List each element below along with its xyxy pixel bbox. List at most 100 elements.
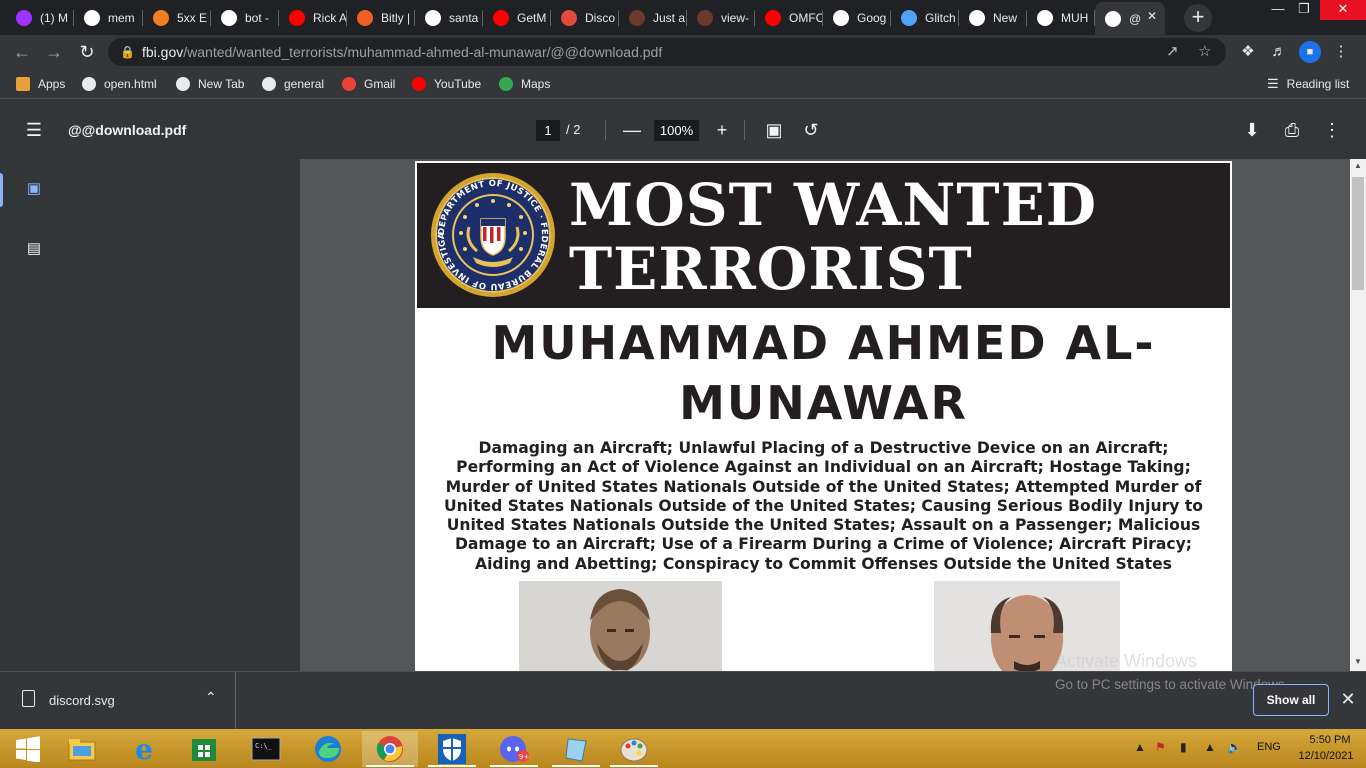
tab-title: Bitly | xyxy=(381,10,411,25)
tab-12[interactable]: Goog xyxy=(823,4,891,31)
close-shelf-icon[interactable]: ✕ xyxy=(1338,688,1358,710)
store-button[interactable] xyxy=(176,731,232,767)
bookmark-maps[interactable]: Maps xyxy=(499,75,550,93)
thumbnails-icon[interactable]: ▣ xyxy=(22,177,46,201)
bookmark-new-tab[interactable]: New Tab xyxy=(176,75,244,93)
defender-button[interactable] xyxy=(424,731,480,767)
bookmark-label: Apps xyxy=(38,77,66,91)
new-tab-button[interactable]: + xyxy=(1184,4,1212,32)
zoom-input[interactable]: 100% xyxy=(654,120,699,141)
tab-13[interactable]: Glitch xyxy=(891,4,959,31)
tab-11[interactable]: OMFC xyxy=(755,4,823,31)
edge-button[interactable] xyxy=(300,731,356,767)
clock-date[interactable]: 12/10/2021 xyxy=(1292,750,1360,762)
tab-0[interactable]: (1) M xyxy=(6,4,74,31)
tab-7[interactable]: GetM xyxy=(483,4,551,31)
google-icon xyxy=(425,9,441,26)
pdf-viewport[interactable]: DEPARTMENT OF JUSTICE · FEDERAL BUREAU O… xyxy=(300,159,1350,671)
apps-grid-icon xyxy=(16,77,30,91)
document-outline-icon[interactable]: ▤ xyxy=(22,237,46,261)
scroll-up-arrow-icon[interactable]: ▲ xyxy=(1350,159,1366,173)
cmd-icon: C:\_ xyxy=(251,737,281,761)
extensions-puzzle-icon[interactable]: ❖ xyxy=(1236,40,1260,64)
notepad-button[interactable] xyxy=(548,731,604,767)
zoom-out-icon[interactable]: — xyxy=(620,118,644,142)
rotate-icon[interactable]: ↺ xyxy=(799,118,823,142)
globe-icon xyxy=(1037,9,1053,26)
battery-icon[interactable]: ▮ xyxy=(1180,740,1187,754)
chevron-up-icon[interactable]: ⌃ xyxy=(205,689,217,706)
poster-title-line1: MOST WANTED xyxy=(569,171,1098,239)
file-explorer-icon xyxy=(68,739,96,761)
chrome-menu-icon[interactable]: ⋮ xyxy=(1329,40,1353,64)
input-language[interactable]: ENG xyxy=(1257,741,1281,753)
discord-button[interactable]: 9+ xyxy=(486,731,542,767)
paint-button[interactable] xyxy=(606,731,662,767)
tab-5[interactable]: Bitly | xyxy=(347,4,415,31)
reload-icon[interactable]: ↻ xyxy=(75,40,99,64)
maximize-button[interactable]: ❐ xyxy=(1288,0,1320,20)
tab-6[interactable]: santa xyxy=(415,4,483,31)
bookmark-label: Gmail xyxy=(364,77,396,91)
profile-avatar[interactable]: ■ xyxy=(1299,41,1321,63)
chrome-icon xyxy=(376,736,403,762)
download-item[interactable]: discord.svg ⌃ xyxy=(0,672,236,729)
bookmark-open-html[interactable]: open.html xyxy=(82,75,157,93)
file-icon xyxy=(22,690,35,707)
divider xyxy=(605,120,606,140)
bookmark-general[interactable]: general xyxy=(262,75,324,93)
clock-time[interactable]: 5:50 PM xyxy=(1300,734,1360,746)
chrome-taskbar-button[interactable] xyxy=(362,731,418,767)
internet-explorer-button[interactable]: e xyxy=(116,731,172,767)
reading-list-icon: ☰ xyxy=(1267,76,1279,91)
media-control-icon[interactable]: ♬ xyxy=(1267,40,1291,64)
tab-10[interactable]: view- xyxy=(687,4,755,31)
bookmark-youtube[interactable]: YouTube xyxy=(412,75,481,93)
youtube-icon xyxy=(412,77,426,91)
close-window-button[interactable]: ✕ xyxy=(1320,0,1366,20)
zoom-in-icon[interactable]: + xyxy=(710,118,734,142)
tab-16[interactable]: @ ✕ xyxy=(1095,2,1165,35)
back-arrow-icon[interactable]: ← xyxy=(10,40,34,64)
fit-to-page-icon[interactable]: ▣ xyxy=(762,118,786,142)
messenger-icon xyxy=(16,9,32,26)
start-button[interactable] xyxy=(0,731,56,767)
command-prompt-button[interactable]: C:\_ xyxy=(238,731,294,767)
bookmark-gmail[interactable]: Gmail xyxy=(342,75,395,93)
tab-14[interactable]: New xyxy=(959,4,1027,31)
tab-4[interactable]: Rick A xyxy=(279,4,347,31)
tray-flag-icon[interactable]: ⚑ xyxy=(1155,740,1166,754)
tab-8[interactable]: Disco xyxy=(551,4,619,31)
reading-list-button[interactable]: ☰ Reading list xyxy=(1267,75,1349,93)
share-icon[interactable]: ↗ xyxy=(1166,38,1179,66)
page-number-input[interactable]: 1 xyxy=(536,120,560,141)
show-all-downloads-button[interactable]: Show all xyxy=(1253,684,1329,716)
tab-title: Disco xyxy=(585,10,616,25)
print-icon[interactable]: ⎙ xyxy=(1280,118,1304,142)
avatar-icon xyxy=(697,9,713,26)
tab-9[interactable]: Just a xyxy=(619,4,687,31)
tab-15[interactable]: MUH xyxy=(1027,4,1095,31)
download-icon[interactable]: ⬇ xyxy=(1240,118,1264,142)
tab-3[interactable]: bot - xyxy=(211,4,279,31)
bookmark-star-icon[interactable]: ☆ xyxy=(1198,38,1211,66)
hamburger-menu-icon[interactable]: ☰ xyxy=(22,118,46,142)
network-signal-icon[interactable]: ▲ xyxy=(1204,740,1216,754)
address-bar[interactable]: 🔒 fbi.gov/wanted/wanted_terrorists/muham… xyxy=(108,38,1226,66)
tab-title: @ xyxy=(1129,11,1142,26)
tab-1[interactable]: mem xyxy=(74,4,143,31)
globe-icon xyxy=(1105,10,1121,27)
pdf-scrollbar[interactable]: ▲ ▼ xyxy=(1350,159,1366,671)
volume-icon[interactable]: 🔈 xyxy=(1227,740,1242,754)
forward-arrow-icon[interactable]: → xyxy=(42,40,66,64)
scrollbar-thumb[interactable] xyxy=(1352,177,1364,290)
file-explorer-button[interactable] xyxy=(54,731,110,767)
tab-title: New xyxy=(993,10,1018,25)
tab-2[interactable]: 5xx E xyxy=(143,4,211,31)
more-options-icon[interactable]: ⋮ xyxy=(1320,118,1344,142)
charge-line: Damaging an Aircraft; Unlawful Placing o… xyxy=(478,439,1169,457)
tray-overflow-chevron-icon[interactable]: ▲ xyxy=(1134,740,1146,754)
bookmark-apps[interactable]: Apps xyxy=(16,75,65,93)
scroll-down-arrow-icon[interactable]: ▼ xyxy=(1350,655,1366,669)
close-tab-icon[interactable]: ✕ xyxy=(1147,9,1157,23)
